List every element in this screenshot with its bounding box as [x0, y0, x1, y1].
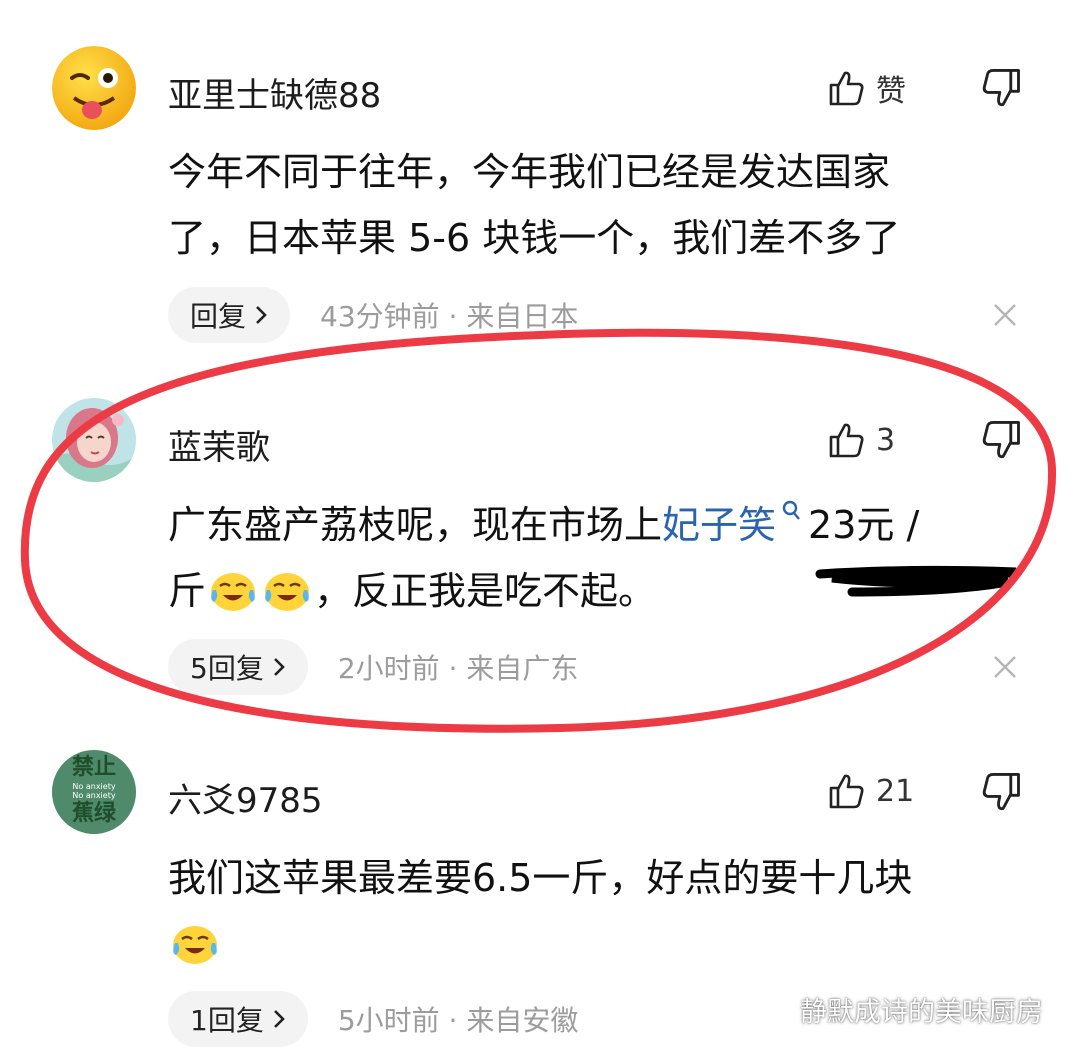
chevron-right-icon: [273, 1010, 285, 1028]
thumbs-up-icon: [829, 774, 864, 809]
avatar[interactable]: 禁止 No anxiety No anxiety 蕉绿: [52, 750, 136, 834]
watermark-text: 静默成诗的美味厨房: [800, 997, 1043, 1028]
avatar-text-mid: No anxiety: [72, 791, 116, 800]
reply-label: 1回复: [190, 1004, 264, 1037]
timestamp-location: 5小时前 · 来自安徽: [337, 1004, 579, 1037]
comment-meta: 1回复 5小时前 · 来自安徽: [168, 991, 578, 1047]
avatar-text-bottom: 蕉绿: [71, 801, 116, 826]
like-button[interactable]: 21: [826, 771, 914, 811]
thumbs-down-icon[interactable]: [980, 770, 1024, 814]
avatar-text-top: 禁止: [71, 755, 116, 780]
comment-body: 我们这苹果最差要6.5一斤，好点的要十几块: [168, 845, 1028, 977]
comment-text-line: [168, 911, 1028, 977]
reply-button[interactable]: 1回复: [168, 991, 308, 1047]
avatar-text-mid: No anxiety: [72, 782, 116, 791]
comment-text-line: 我们这苹果最差要6.5一斤，好点的要十几块: [168, 856, 913, 900]
like-count: 21: [876, 773, 915, 809]
username[interactable]: 六爻9785: [168, 773, 323, 822]
watermark: 静默成诗的美味厨房: [752, 990, 1043, 1029]
wechat-icon: [752, 994, 791, 1024]
crying-laughing-emoji-icon: [173, 926, 217, 964]
